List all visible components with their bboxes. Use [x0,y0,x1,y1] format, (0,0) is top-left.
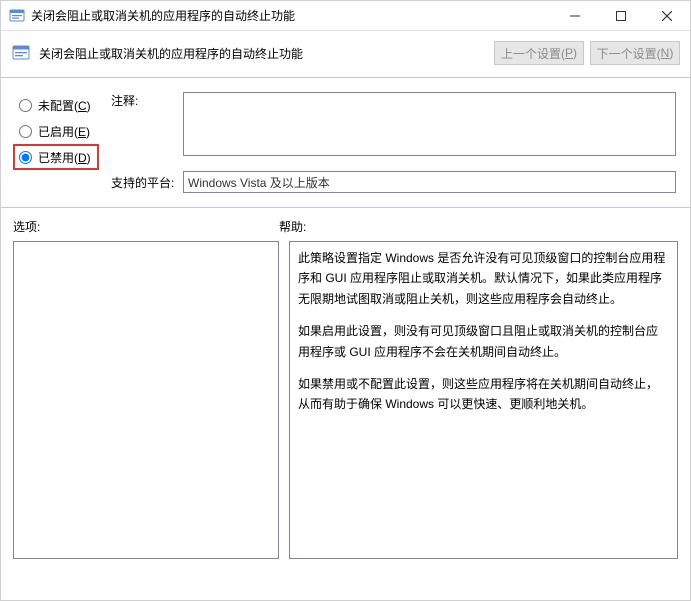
help-paragraph: 如果禁用或不配置此设置，则这些应用程序将在关机期间自动终止，从而有助于确保 Wi… [298,374,669,415]
policy-title: 关闭会阻止或取消关机的应用程序的自动终止功能 [39,45,488,62]
help-panel: 此策略设置指定 Windows 是否允许没有可见顶级窗口的控制台应用程序和 GU… [289,241,678,559]
window-title: 关闭会阻止或取消关机的应用程序的自动终止功能 [31,7,552,24]
next-setting-button[interactable]: 下一个设置(N) [590,41,680,65]
lower-panels: 此策略设置指定 Windows 是否允许没有可见顶级窗口的控制台应用程序和 GU… [1,241,690,571]
window-controls [552,1,690,31]
comment-textarea[interactable] [183,92,676,156]
maximize-button[interactable] [598,1,644,31]
help-paragraph: 此策略设置指定 Windows 是否允许没有可见顶级窗口的控制台应用程序和 GU… [298,248,669,309]
titlebar: 关闭会阻止或取消关机的应用程序的自动终止功能 [1,1,690,31]
close-button[interactable] [644,1,690,31]
comment-label: 注释: [111,92,183,159]
options-label: 选项: [13,218,279,235]
state-radio-group: 未配置(C) 已启用(E) 已禁用(D) [15,92,111,193]
options-panel [13,241,279,559]
radio-not-configured-label: 未配置(C) [38,97,91,114]
app-icon [9,8,25,24]
radio-not-configured[interactable]: 未配置(C) [15,92,111,118]
help-paragraph: 如果启用此设置，则没有可见顶级窗口且阻止或取消关机的控制台应用程序或 GUI 应… [298,321,669,362]
platform-label: 支持的平台: [111,171,183,193]
policy-icon [11,43,31,63]
help-label: 帮助: [279,218,306,235]
platform-field [183,171,676,193]
radio-enabled-input[interactable] [19,125,32,138]
header: 关闭会阻止或取消关机的应用程序的自动终止功能 上一个设置(P) 下一个设置(N) [1,31,690,78]
radio-disabled[interactable]: 已禁用(D) [13,144,99,170]
radio-not-configured-input[interactable] [19,99,32,112]
settings-upper: 未配置(C) 已启用(E) 已禁用(D) 注释: 支持的平台: [1,78,690,208]
lower-labels: 选项: 帮助: [1,208,690,241]
previous-setting-button[interactable]: 上一个设置(P) [494,41,584,65]
radio-enabled[interactable]: 已启用(E) [15,118,111,144]
minimize-button[interactable] [552,1,598,31]
radio-enabled-label: 已启用(E) [38,123,90,140]
radio-disabled-input[interactable] [19,151,32,164]
radio-disabled-label: 已禁用(D) [38,149,91,166]
